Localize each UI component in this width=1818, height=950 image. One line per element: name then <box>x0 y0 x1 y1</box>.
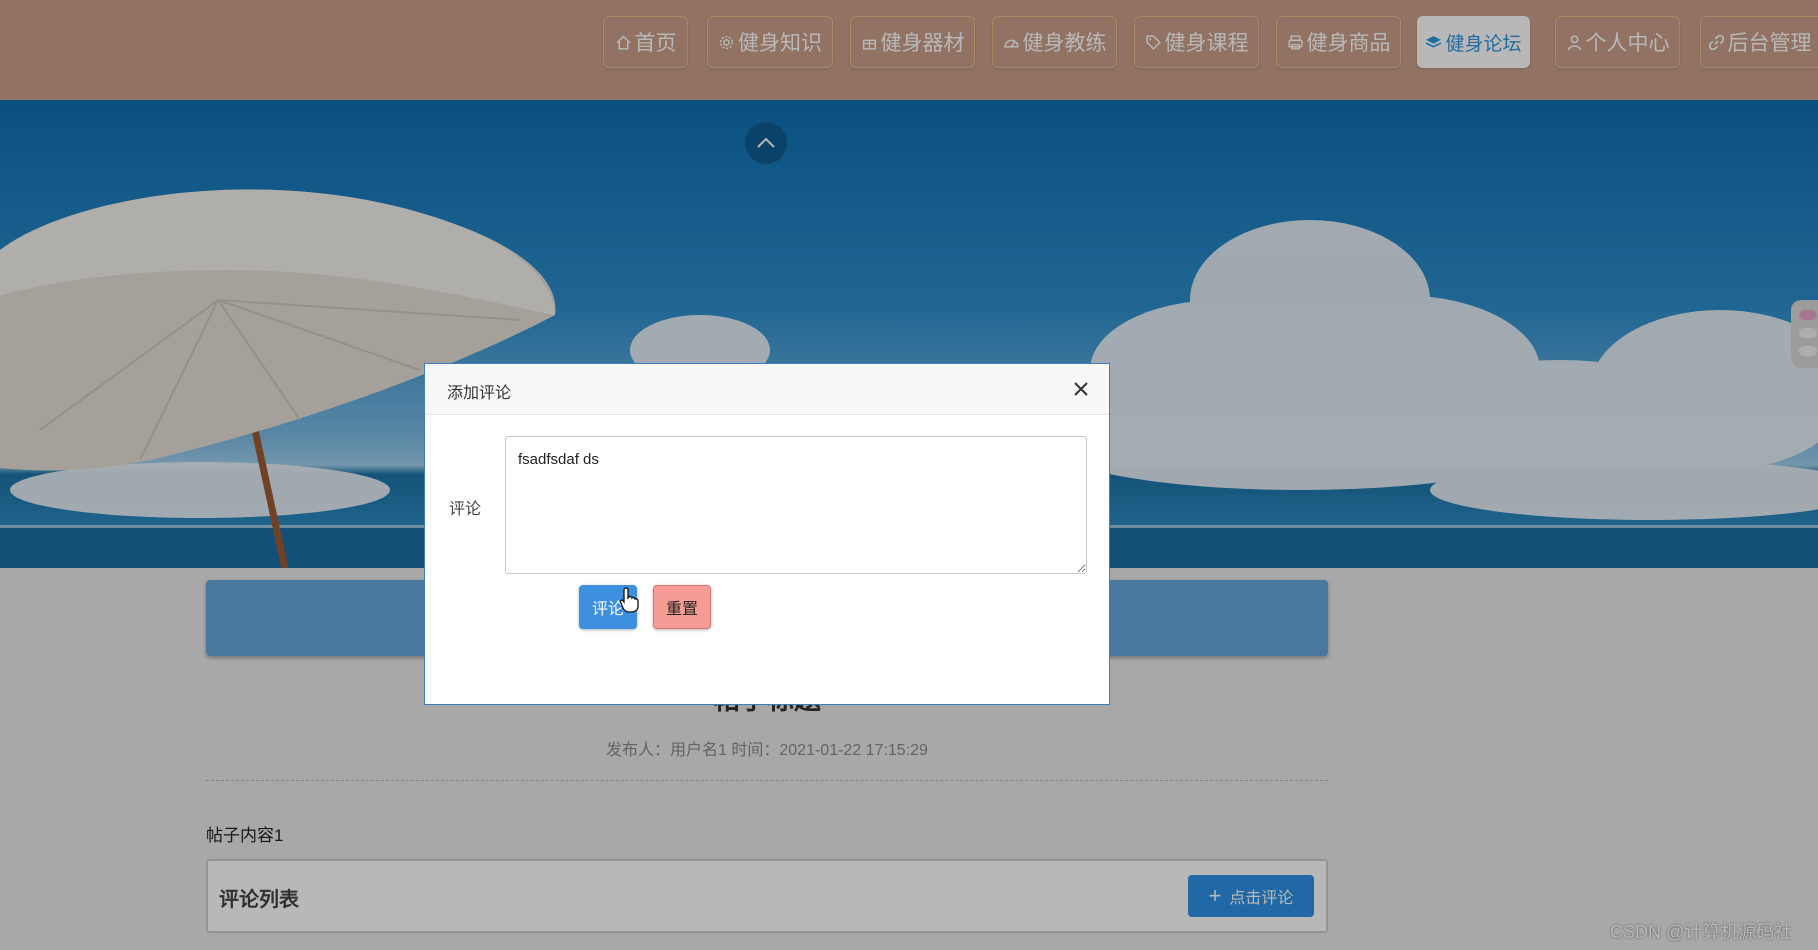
add-comment-dialog: 添加评论 评论 fsadfsdaf ds 评论 重置 <box>424 363 1110 705</box>
page: 首页 健身知识 健身器材 健身教练 健身课程 健身商品 健身论坛 个人中心 后台… <box>0 0 1818 950</box>
close-button[interactable] <box>1071 379 1091 399</box>
dialog-title: 添加评论 <box>447 385 512 402</box>
close-icon <box>1074 382 1088 396</box>
dialog-header: 添加评论 <box>425 364 1109 415</box>
reset-button[interactable]: 重置 <box>653 585 711 629</box>
comment-field-label: 评论 <box>449 501 482 518</box>
comment-textarea[interactable]: fsadfsdaf ds <box>505 436 1087 574</box>
hand-cursor-icon <box>619 587 639 613</box>
